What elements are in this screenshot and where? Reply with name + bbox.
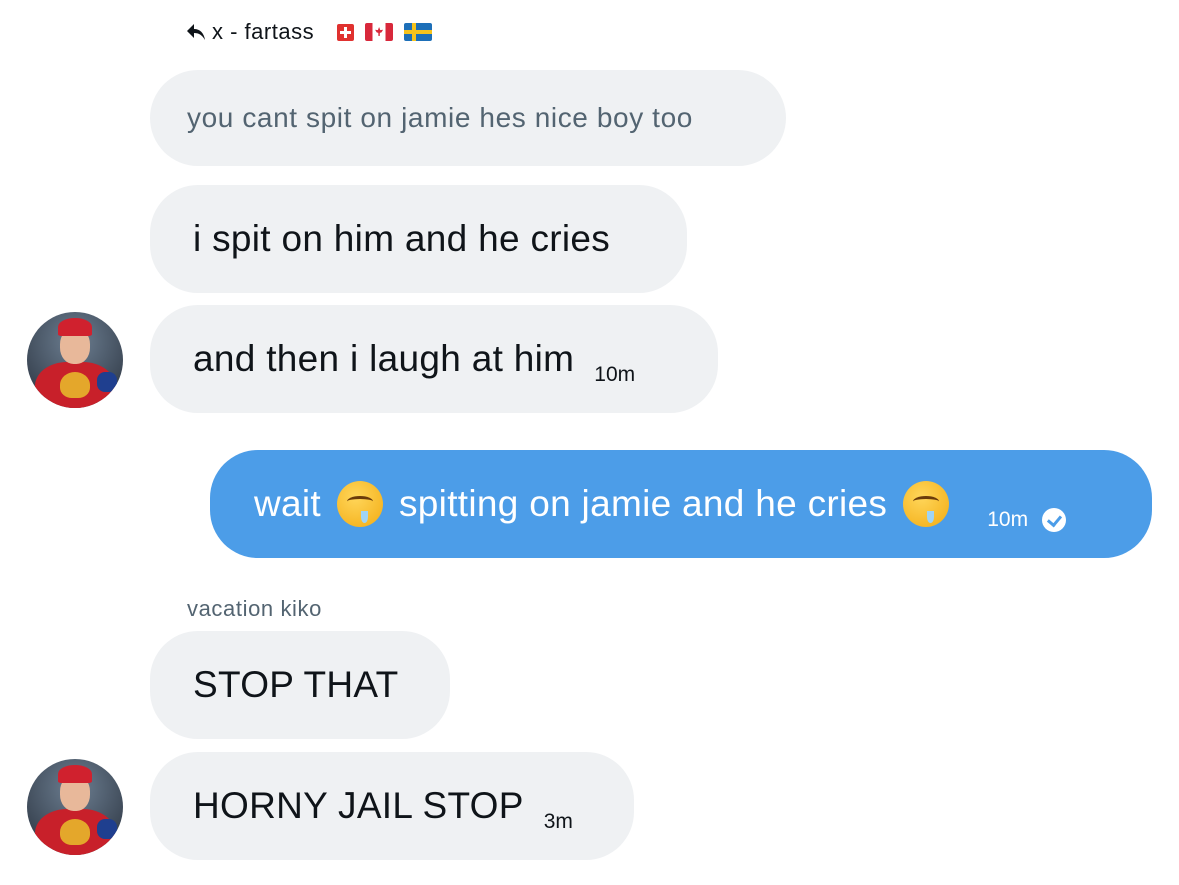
message-bubble[interactable]: STOP THAT	[150, 631, 450, 739]
sent-message-text-start: wait	[254, 483, 321, 524]
message-timestamp: 3m	[543, 810, 573, 833]
avatar-glove	[97, 372, 117, 392]
drooling-face-emoji-icon	[903, 481, 950, 527]
sent-message-text-body: spitting on jamie and he cries	[399, 483, 888, 524]
avatar-helmet	[58, 318, 92, 336]
message-text: and then i laugh at him	[193, 338, 575, 379]
read-check-icon	[1042, 508, 1067, 532]
sweden-flag-icon	[404, 23, 433, 41]
reply-to-label: x - fartass	[212, 19, 315, 44]
message-text: i spit on him and he cries	[193, 218, 611, 259]
avatar-glove	[97, 819, 117, 839]
avatar-helmet	[58, 765, 92, 783]
avatar[interactable]	[27, 759, 123, 855]
avatar[interactable]	[27, 312, 123, 408]
dm-conversation: x - fartass you cant spit on jamie hes n…	[0, 0, 1179, 885]
reply-header: x - fartass	[186, 17, 433, 47]
message-text: STOP THAT	[193, 664, 399, 705]
message-bubble[interactable]: HORNY JAIL STOP 3m	[150, 752, 634, 860]
message-timestamp: 10m	[594, 363, 636, 386]
message-bubble[interactable]: i spit on him and he cries	[150, 185, 687, 293]
sender-name: vacation kiko	[187, 596, 322, 621]
quoted-message-bubble[interactable]: you cant spit on jamie hes nice boy too	[150, 70, 786, 166]
canada-flag-icon	[365, 23, 394, 41]
message-timestamp: 10m	[987, 508, 1029, 531]
reply-arrow-icon	[187, 24, 205, 40]
message-text: HORNY JAIL STOP	[193, 785, 524, 826]
sent-message-bubble[interactable]: wait spitting on jamie and he cries 10m	[210, 450, 1152, 558]
switzerland-flag-icon	[337, 23, 355, 41]
quoted-message-text: you cant spit on jamie hes nice boy too	[187, 102, 693, 133]
drooling-face-emoji-icon	[337, 481, 383, 527]
message-bubble[interactable]: and then i laugh at him 10m	[150, 305, 718, 413]
